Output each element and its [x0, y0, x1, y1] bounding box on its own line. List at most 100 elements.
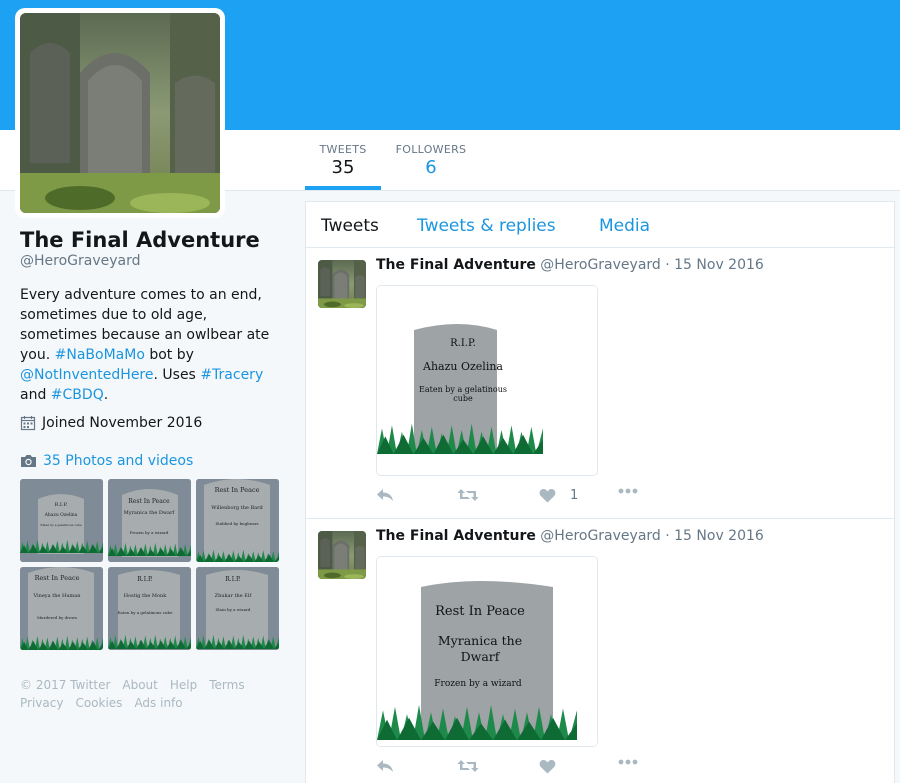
- thumb-text: Frozen by a wizard: [130, 530, 169, 535]
- thumb-text: Ahazu Ozelina: [44, 512, 78, 518]
- nav-followers[interactable]: FOLLOWERS 6: [391, 130, 471, 190]
- thumb-text: Rest In Peace: [215, 486, 260, 494]
- photo-thumb[interactable]: Rest In Peace Vineya the Human Murdered …: [20, 567, 103, 650]
- tweet-header: The Final Adventure @HeroGraveyard · 15 …: [376, 528, 764, 544]
- thumb-text: R.I.P.: [55, 502, 68, 508]
- hashtag-nabomamo[interactable]: #NaBoMaMo: [55, 347, 145, 363]
- retweet-icon: [457, 760, 479, 772]
- tweet-media[interactable]: R.I.P. Ahazu Ozelina Eaten by a gelatino…: [376, 285, 598, 476]
- photo-thumb[interactable]: R.I.P. Ahazu Ozelina Eaten by a gelatino…: [20, 479, 103, 562]
- joined-text: Joined November 2016: [42, 415, 203, 431]
- like-icon: [539, 760, 556, 774]
- reply-icon: [377, 489, 393, 501]
- avatar-image: [20, 13, 220, 213]
- bio-text: . Uses: [153, 367, 201, 383]
- bio-text: .: [103, 387, 109, 403]
- tweet[interactable]: The Final Adventure @HeroGraveyard · 15 …: [306, 248, 894, 519]
- more-button[interactable]: [618, 759, 638, 765]
- footer-terms-link[interactable]: Terms: [209, 678, 244, 692]
- bio-text: and: [20, 387, 51, 403]
- tweet-actions: 1: [376, 488, 676, 508]
- nav-tweets-count: 35: [331, 157, 355, 178]
- profile-card: The Final Adventure @HeroGraveyard Every…: [20, 228, 285, 431]
- retweet-button[interactable]: [457, 759, 479, 773]
- like-button[interactable]: 1: [539, 488, 578, 503]
- tombstone-text: Eaten by a gelatinous: [419, 385, 507, 394]
- profile-avatar[interactable]: [15, 8, 225, 218]
- thumb-text: Willenborg the Bard: [211, 505, 263, 511]
- thumb-text: Hostig the Monk: [124, 593, 167, 599]
- thumb-text: Rest In Peace: [35, 574, 80, 582]
- tombstone-text: Frozen by a wizard: [434, 679, 522, 689]
- footer-privacy-link[interactable]: Privacy: [20, 696, 63, 710]
- more-button[interactable]: [618, 488, 638, 494]
- photos-videos-link[interactable]: 35 Photos and videos: [20, 453, 193, 469]
- hashtag-tracery[interactable]: #Tracery: [200, 367, 263, 383]
- like-button[interactable]: [539, 759, 570, 774]
- tweet[interactable]: The Final Adventure @HeroGraveyard · 15 …: [306, 519, 894, 783]
- nav-followers-count: 6: [425, 157, 437, 178]
- profile-name[interactable]: The Final Adventure: [20, 228, 285, 252]
- tweet-avatar[interactable]: [318, 260, 366, 308]
- tombstone-text: cube: [453, 394, 473, 403]
- timeline-tabs: Tweets Tweets & replies Media: [306, 202, 894, 248]
- footer-about-link[interactable]: About: [122, 678, 157, 692]
- tweet-author-name[interactable]: The Final Adventure: [376, 528, 536, 544]
- hashtag-cbdq[interactable]: #CBDQ: [51, 387, 104, 403]
- footer-copyright: © 2017 Twitter: [20, 678, 111, 692]
- thumb-text: Myranica the Dwarf: [124, 510, 176, 516]
- nav-tweets-label: TWEETS: [319, 143, 367, 156]
- thumb-text: R.I.P.: [137, 576, 153, 583]
- camera-icon: [21, 455, 36, 467]
- tombstone-text: Myranica the: [438, 633, 522, 648]
- thumb-text: Vineya the Human: [33, 593, 82, 599]
- footer-help-link[interactable]: Help: [170, 678, 197, 692]
- retweet-button[interactable]: [457, 488, 479, 502]
- tab-tweets-replies[interactable]: Tweets & replies: [417, 216, 556, 236]
- tweet-actions: [376, 759, 676, 779]
- tombstone-text: Ahazu Ozelina: [422, 360, 503, 373]
- site-footer: © 2017 Twitter About Help Terms Privacy Cook…: [20, 676, 280, 712]
- reply-icon: [377, 760, 393, 772]
- thumb-text: Slain by a wizard: [216, 607, 251, 612]
- more-icon: [618, 488, 638, 494]
- joined-date: Joined November 2016: [20, 415, 285, 431]
- retweet-icon: [457, 489, 479, 501]
- tombstone-text: R.I.P.: [450, 338, 476, 349]
- nav-followers-label: FOLLOWERS: [395, 143, 467, 156]
- tweet-author-name[interactable]: The Final Adventure: [376, 257, 536, 273]
- tombstone-text: Rest In Peace: [435, 604, 525, 619]
- tweet-handle-date[interactable]: @HeroGraveyard · 15 Nov 2016: [540, 528, 764, 544]
- thumb-text: Eaten by a gelatinous cube: [40, 523, 81, 527]
- footer-ads-info-link[interactable]: Ads info: [134, 696, 182, 710]
- thumb-text: Murdered by drows: [37, 615, 77, 620]
- mention-notinventedhere[interactable]: @NotInventedHere: [20, 367, 154, 383]
- thumb-text: Eaten by a gelatinous cube: [118, 610, 174, 615]
- like-count: 1: [570, 488, 579, 503]
- bio-text: bot by: [144, 347, 194, 363]
- tombstone-text: Dwarf: [461, 649, 501, 664]
- tweet-media[interactable]: Rest In Peace Myranica the Dwarf Frozen …: [376, 556, 598, 747]
- nav-tweets[interactable]: TWEETS 35: [305, 130, 381, 190]
- thumb-text: R.I.P.: [225, 576, 241, 583]
- tweet-handle-date[interactable]: @HeroGraveyard · 15 Nov 2016: [540, 257, 764, 273]
- tab-media[interactable]: Media: [599, 216, 650, 236]
- profile-bio: Every adventure comes to an end, sometim…: [20, 285, 285, 405]
- photos-videos-label: 35 Photos and videos: [43, 453, 194, 469]
- like-icon: [539, 489, 556, 503]
- timeline: Tweets Tweets & replies Media The Final …: [305, 201, 895, 783]
- photo-thumb[interactable]: Rest In Peace Myranica the Dwarf Frozen …: [108, 479, 191, 562]
- photo-thumb[interactable]: Rest In Peace Willenborg the Bard Stabbe…: [196, 479, 279, 562]
- footer-cookies-link[interactable]: Cookies: [75, 696, 122, 710]
- reply-button[interactable]: [376, 759, 394, 773]
- tab-tweets[interactable]: Tweets: [321, 216, 379, 236]
- tweet-avatar[interactable]: [318, 531, 366, 579]
- photo-thumb[interactable]: R.I.P. Hostig the Monk Eaten by a gelati…: [108, 567, 191, 650]
- profile-handle[interactable]: @HeroGraveyard: [20, 253, 285, 269]
- reply-button[interactable]: [376, 488, 394, 502]
- calendar-icon: [20, 416, 36, 431]
- thumb-text: Zhukar the Elf: [215, 593, 253, 599]
- thumb-text: Rest In Peace: [128, 498, 170, 505]
- thumb-text: Stabbed by bugbears: [215, 521, 258, 526]
- photo-thumb[interactable]: R.I.P. Zhukar the Elf Slain by a wizard: [196, 567, 279, 650]
